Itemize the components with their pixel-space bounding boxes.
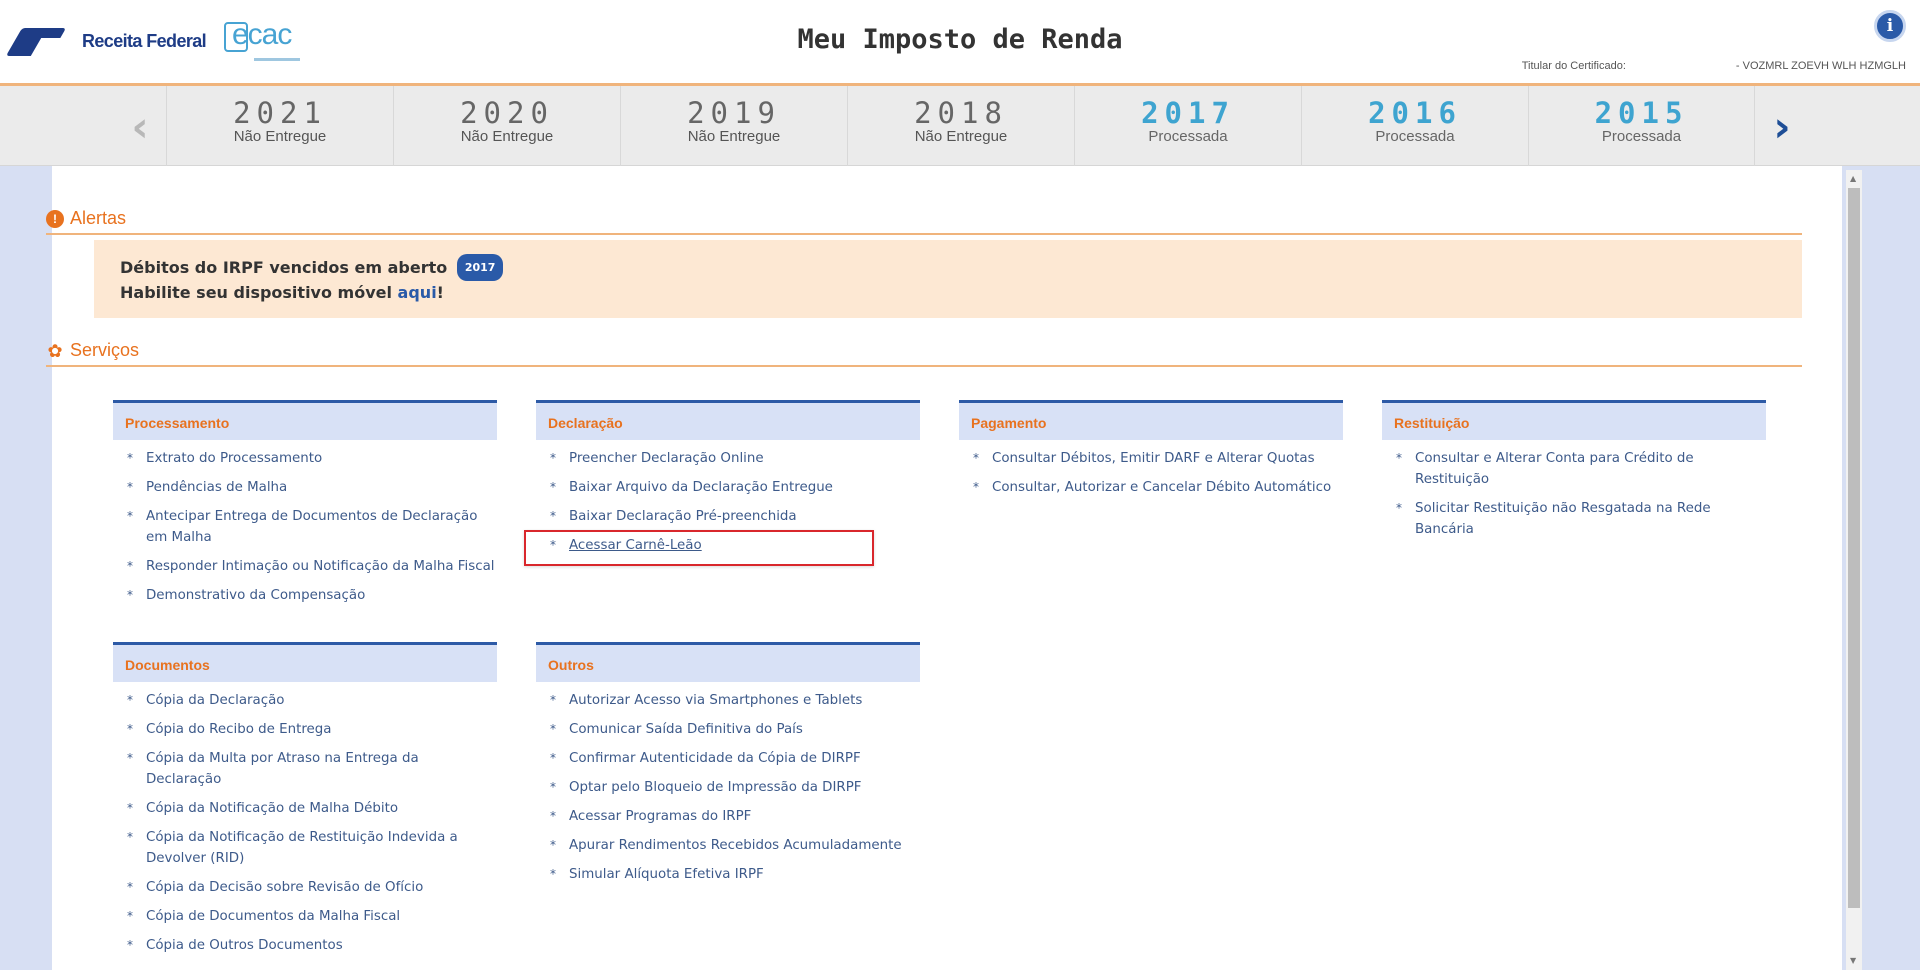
top-header: Receita Federal ecac Meu Imposto de Rend…	[0, 0, 1920, 86]
year-number: 2017	[1141, 96, 1235, 130]
alert-overdue-debts: Débitos do IRPF vencidos em aberto 2017	[120, 254, 1776, 281]
alert-overdue-text: Débitos do IRPF vencidos em aberto	[120, 258, 448, 277]
list-item[interactable]: Baixar Declaração Pré-preenchida	[548, 506, 920, 527]
list-item[interactable]: Consultar Débitos, Emitir DARF e Alterar…	[971, 448, 1343, 469]
year-status: Não Entregue	[687, 128, 781, 145]
card-restituicao: Restituição Consultar e Alterar Conta pa…	[1382, 400, 1766, 548]
certificate-redacted	[1627, 58, 1734, 74]
info-icon[interactable]: i	[1874, 10, 1906, 42]
page-title: Meu Imposto de Renda	[797, 24, 1123, 55]
list-item[interactable]: Cópia da Notificação de Restituição Inde…	[125, 827, 497, 869]
certificate-holder: Titular do Certificado: - VOZMRL ZOEVH W…	[1522, 58, 1906, 74]
year-tab-2018[interactable]: 2018 Não Entregue	[847, 86, 1074, 166]
list-item[interactable]: Preencher Declaração Online	[548, 448, 920, 469]
card-title: Outros	[536, 642, 920, 682]
certificate-label: Titular do Certificado:	[1521, 60, 1626, 72]
year-list: 2021 Não Entregue 2020 Não Entregue 2019…	[166, 86, 1755, 166]
alert-mobile-suffix: !	[436, 283, 444, 302]
year-status: Processada	[1375, 128, 1455, 145]
list-item[interactable]: Responder Intimação ou Notificação da Ma…	[125, 556, 497, 577]
year-status: Processada	[1148, 128, 1228, 145]
card-outros: Outros Autorizar Acesso via Smartphones …	[536, 642, 920, 893]
card-title: Processamento	[113, 400, 497, 440]
alert-icon: !	[46, 209, 64, 228]
services-title: Serviços	[70, 340, 140, 360]
card-link-list: Consultar Débitos, Emitir DARF e Alterar…	[959, 440, 1343, 498]
list-item[interactable]: Cópia de Documentos da Malha Fiscal	[125, 906, 497, 927]
enable-mobile-link[interactable]: aqui	[398, 283, 437, 302]
card-link-list: Cópia da Declaração Cópia do Recibo de E…	[113, 682, 497, 956]
overdue-year-badge[interactable]: 2017	[456, 254, 504, 281]
card-title: Restituição	[1382, 400, 1766, 440]
card-title: Pagamento	[959, 400, 1343, 440]
card-title: Declaração	[536, 400, 920, 440]
year-tab-2021[interactable]: 2021 Não Entregue	[166, 86, 393, 166]
year-tab-2016[interactable]: 2016 Processada	[1301, 86, 1528, 166]
card-title: Documentos	[113, 642, 497, 682]
list-item[interactable]: Cópia da Notificação de Malha Débito	[125, 798, 497, 819]
list-item[interactable]: Antecipar Entrega de Documentos de Decla…	[125, 506, 497, 548]
alert-mobile-device: Habilite seu dispositivo móvel aqui!	[120, 281, 1776, 304]
alerts-heading: ! Alertas	[46, 208, 1802, 235]
list-item[interactable]: Simular Alíquota Efetiva IRPF	[548, 864, 920, 885]
card-documentos: Documentos Cópia da Declaração Cópia do …	[113, 642, 497, 964]
year-status: Não Entregue	[914, 128, 1008, 145]
list-item[interactable]: Autorizar Acesso via Smartphones e Table…	[548, 690, 920, 711]
list-item[interactable]: Consultar, Autorizar e Cancelar Débito A…	[971, 477, 1343, 498]
list-item[interactable]: Solicitar Restituição não Resgatada na R…	[1394, 498, 1766, 540]
list-item[interactable]: Cópia da Multa por Atraso na Entrega da …	[125, 748, 497, 790]
ecac-subline	[254, 58, 300, 61]
card-link-list: Autorizar Acesso via Smartphones e Table…	[536, 682, 920, 885]
list-item[interactable]: Optar pelo Bloqueio de Impressão da DIRP…	[548, 777, 920, 798]
scroll-thumb[interactable]	[1848, 188, 1860, 908]
services-heading: ✿ Serviços	[46, 340, 1802, 367]
year-status: Não Entregue	[233, 128, 327, 145]
card-pagamento: Pagamento Consultar Débitos, Emitir DARF…	[959, 400, 1343, 506]
list-item[interactable]: Cópia do Recibo de Entrega	[125, 719, 497, 740]
list-item[interactable]: Cópia da Declaração	[125, 690, 497, 711]
year-number: 2019	[687, 96, 781, 130]
year-tab-2017[interactable]: 2017 Processada	[1074, 86, 1301, 166]
year-number: 2021	[233, 96, 327, 130]
card-processamento: Processamento Extrato do Processamento P…	[113, 400, 497, 614]
certificate-name: - VOZMRL ZOEVH WLH HZMGLH	[1735, 60, 1906, 72]
list-item[interactable]: Baixar Arquivo da Declaração Entregue	[548, 477, 920, 498]
list-item[interactable]: Cópia da Decisão sobre Revisão de Ofício	[125, 877, 497, 898]
list-item[interactable]: Cópia de Outros Documentos	[125, 935, 497, 956]
alerts-title: Alertas	[70, 208, 127, 228]
alert-mobile-text: Habilite seu dispositivo móvel	[120, 283, 398, 302]
highlight-box	[524, 530, 874, 566]
gear-icon: ✿	[47, 340, 63, 361]
next-years-arrow-icon[interactable]: ›	[1752, 86, 1812, 166]
list-item[interactable]: Demonstrativo da Compensação	[125, 585, 497, 606]
list-item[interactable]: Extrato do Processamento	[125, 448, 497, 469]
card-link-list: Consultar e Alterar Conta para Crédito d…	[1382, 440, 1766, 540]
list-item[interactable]: Confirmar Autenticidade da Cópia de DIRP…	[548, 748, 920, 769]
year-tab-2015[interactable]: 2015 Processada	[1528, 86, 1755, 166]
list-item[interactable]: Acessar Programas do IRPF	[548, 806, 920, 827]
card-link-list: Extrato do Processamento Pendências de M…	[113, 440, 497, 606]
alerts-box: Débitos do IRPF vencidos em aberto 2017 …	[94, 240, 1802, 318]
scroll-down-icon[interactable]: ▼	[1850, 956, 1856, 965]
year-number: 2020	[460, 96, 554, 130]
year-status: Processada	[1601, 128, 1682, 145]
list-item[interactable]: Apurar Rendimentos Recebidos Acumuladame…	[548, 835, 920, 856]
year-number: 2015	[1594, 96, 1689, 130]
vertical-scrollbar[interactable]: ▲ ▼	[1846, 170, 1862, 970]
list-item[interactable]: Consultar e Alterar Conta para Crédito d…	[1394, 448, 1766, 490]
year-tab-2020[interactable]: 2020 Não Entregue	[393, 86, 620, 166]
year-tab-2019[interactable]: 2019 Não Entregue	[620, 86, 847, 166]
year-status: Não Entregue	[460, 128, 554, 145]
list-item[interactable]: Pendências de Malha	[125, 477, 497, 498]
year-number: 2016	[1368, 96, 1462, 130]
list-item[interactable]: Comunicar Saída Definitiva do País	[548, 719, 920, 740]
scroll-up-icon[interactable]: ▲	[1850, 174, 1856, 183]
previous-years-arrow-icon[interactable]: ‹	[110, 86, 170, 166]
year-number: 2018	[914, 96, 1008, 130]
year-navigation: ‹ 2021 Não Entregue 2020 Não Entregue 20…	[0, 86, 1920, 166]
